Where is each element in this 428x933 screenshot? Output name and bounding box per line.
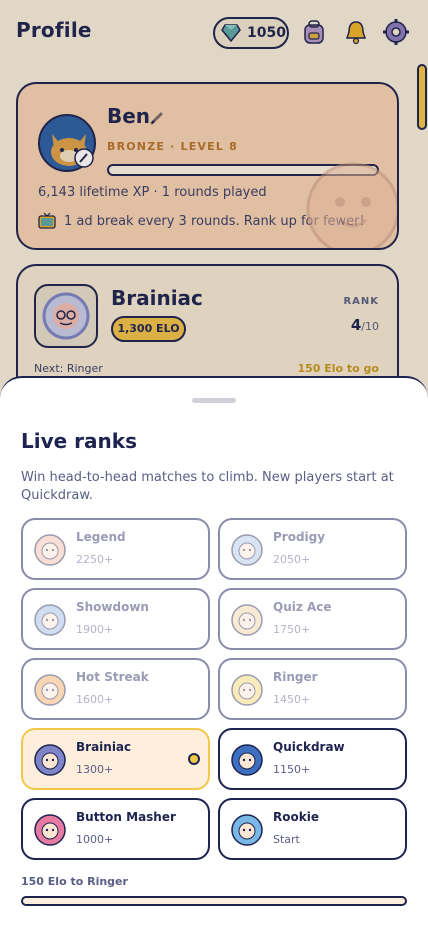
rank-tile-elo: 1000+: [76, 833, 114, 846]
rank-tile-brainiac[interactable]: Brainiac 1300+: [21, 728, 210, 790]
rank-tile-legend[interactable]: Legend 2250+: [21, 518, 210, 580]
rank-emblem-icon: [34, 604, 66, 636]
rank-tile-name: Quickdraw: [273, 740, 345, 754]
rank-tile-elo: 1150+: [273, 763, 311, 776]
rank-emblem-icon: [231, 814, 263, 846]
rank-tile-name: Prodigy: [273, 530, 326, 544]
rank-emblem-icon: [231, 674, 263, 706]
rank-tile-elo: 2050+: [273, 553, 311, 566]
rank-emblem-icon: [231, 604, 263, 636]
rank-tile-elo: 2250+: [76, 553, 114, 566]
rank-emblem-icon: [231, 534, 263, 566]
rank-tile-prodigy[interactable]: Prodigy 2050+: [218, 518, 407, 580]
rank-tile-hot-streak[interactable]: Hot Streak 1600+: [21, 658, 210, 720]
rank-tile-name: Ringer: [273, 670, 318, 684]
rank-tile-name: Quiz Ace: [273, 600, 332, 614]
sheet-title: Live ranks: [21, 429, 137, 453]
rank-tile-elo: 1450+: [273, 693, 311, 706]
rank-progress-bar: [21, 896, 407, 906]
rank-tile-elo: 1600+: [76, 693, 114, 706]
rank-tile-name: Showdown: [76, 600, 149, 614]
rank-emblem-icon: [34, 744, 66, 776]
drag-handle[interactable]: [192, 398, 236, 403]
rank-tile-name: Hot Streak: [76, 670, 149, 684]
rank-tile-elo: 1750+: [273, 623, 311, 636]
sheet-description: Win head-to-head matches to climb. New p…: [21, 470, 394, 503]
rank-tile-elo: 1900+: [76, 623, 114, 636]
rank-tile-name: Legend: [76, 530, 126, 544]
rank-tile-ringer[interactable]: Ringer 1450+: [218, 658, 407, 720]
rank-emblem-icon: [34, 814, 66, 846]
rank-tile-name: Brainiac: [76, 740, 132, 754]
live-ranks-sheet: Live ranks Win head-to-head matches to c…: [0, 376, 428, 933]
rank-emblem-icon: [34, 534, 66, 566]
rank-tile-quickdraw[interactable]: Quickdraw 1150+: [218, 728, 407, 790]
rank-tile-name: Button Masher: [76, 810, 176, 824]
rank-tile-rookie[interactable]: Rookie Start: [218, 798, 407, 860]
rank-tile-elo: Start: [273, 833, 300, 846]
rank-tile-elo: 1300+: [76, 763, 114, 776]
rank-tile-name: Rookie: [273, 810, 319, 824]
rank-tile-button-masher[interactable]: Button Masher 1000+: [21, 798, 210, 860]
progress-label: 150 Elo to Ringer: [21, 875, 128, 888]
rank-emblem-icon: [34, 674, 66, 706]
rank-emblem-icon: [231, 744, 263, 776]
rank-tile-showdown[interactable]: Showdown 1900+: [21, 588, 210, 650]
rank-tile-quiz-ace[interactable]: Quiz Ace 1750+: [218, 588, 407, 650]
current-rank-indicator: [188, 753, 200, 765]
